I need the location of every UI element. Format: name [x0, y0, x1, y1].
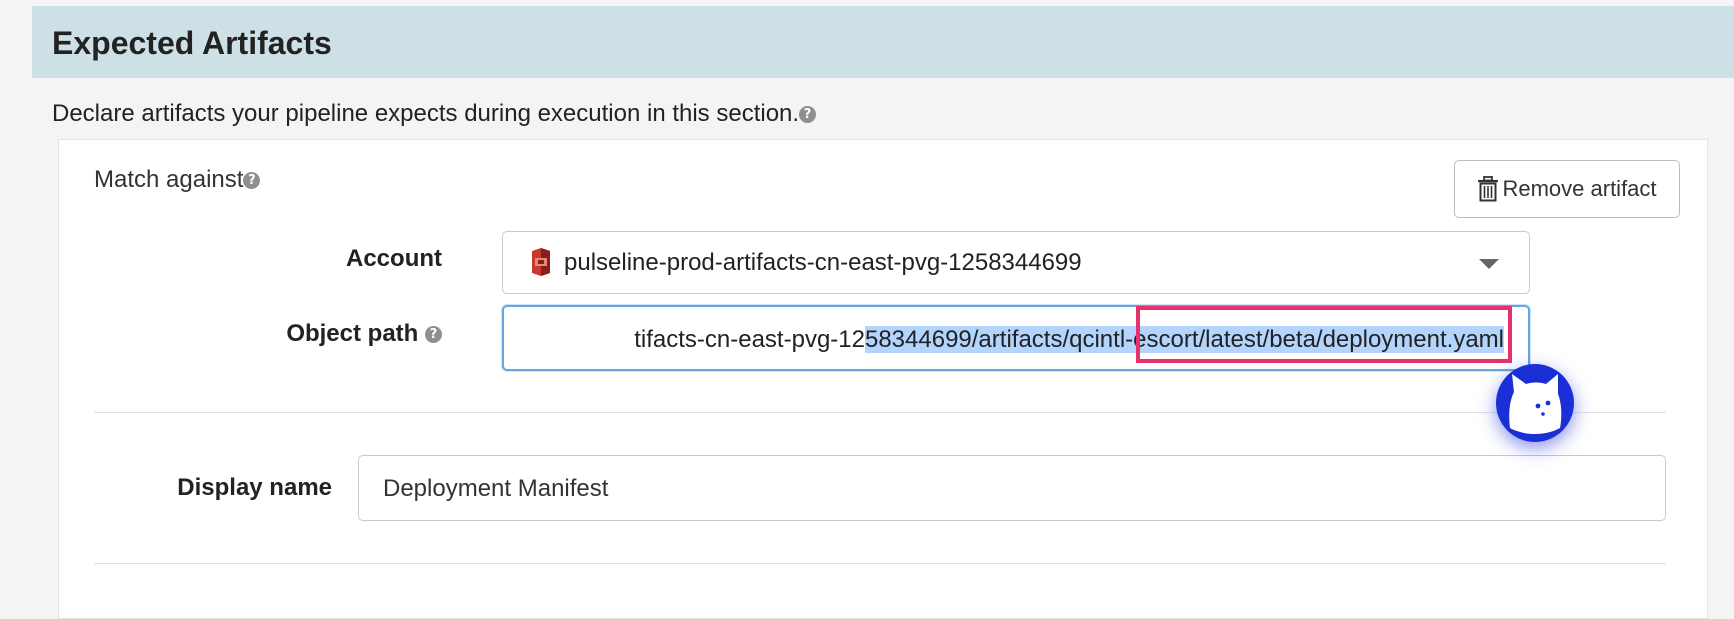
section-header: Expected Artifacts	[32, 6, 1734, 78]
display-name-label: Display name	[177, 474, 332, 501]
s3-bucket-icon	[532, 248, 550, 276]
divider	[94, 412, 1666, 413]
help-icon[interactable]: ?	[425, 326, 442, 344]
account-select[interactable]: pulseline-prod-artifacts-cn-east-pvg-125…	[502, 231, 1530, 294]
chevron-down-icon[interactable]	[1479, 259, 1499, 269]
section-title: Expected Artifacts	[52, 25, 332, 61]
match-against-label: Match against?	[94, 166, 261, 194]
object-path-label-group: Object path ?	[250, 320, 442, 348]
match-against-text: Match against	[94, 166, 244, 193]
object-path-unselected-text: tifacts-cn-east-pvg-12	[634, 326, 865, 353]
divider	[94, 563, 1666, 564]
account-value: pulseline-prod-artifacts-cn-east-pvg-125…	[564, 249, 1082, 276]
object-path-label: Object path	[286, 320, 419, 347]
display-name-input[interactable]: Deployment Manifest	[358, 455, 1666, 521]
account-label: Account	[346, 245, 442, 272]
section-intro: Declare artifacts your pipeline expects …	[52, 100, 817, 128]
help-icon[interactable]: ?	[243, 172, 261, 190]
remove-artifact-label: Remove artifact	[1502, 176, 1657, 201]
remove-artifact-button[interactable]: Remove artifact	[1454, 160, 1680, 218]
help-icon[interactable]: ?	[799, 106, 817, 124]
display-name-value: Deployment Manifest	[383, 475, 609, 502]
cat-icon	[1509, 374, 1562, 434]
section-intro-text: Declare artifacts your pipeline expects …	[52, 100, 800, 127]
annotation-highlight-box	[1136, 306, 1512, 363]
trash-icon	[1478, 176, 1499, 202]
assistant-bubble[interactable]	[1496, 364, 1574, 442]
